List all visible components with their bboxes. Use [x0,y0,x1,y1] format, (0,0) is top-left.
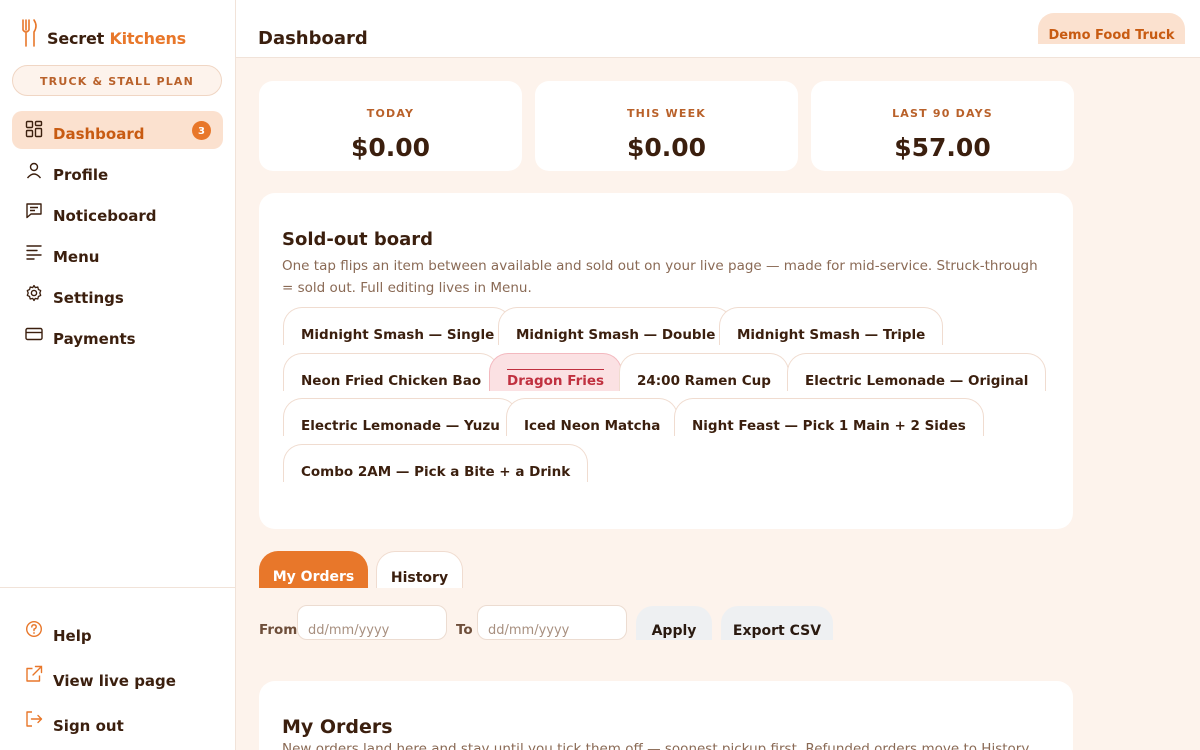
brand-name-part1: Secret [47,29,105,48]
sidebar-item-view-live-page[interactable]: View live page [12,656,223,698]
message-icon [26,203,42,219]
dashboard-grid-icon [25,120,43,138]
from-label: From [259,622,298,638]
menu-item-toggle[interactable]: Night Feast — Pick 1 Main + 2 Sides [674,398,984,436]
stat-value: $57.00 [894,133,991,162]
menu-item-label: Iced Neon Matcha [524,418,661,434]
menu-item-toggle[interactable]: Midnight Smash — Triple [719,307,944,345]
tab-history[interactable]: History [376,551,463,588]
sidebar-item-label: Help [53,627,92,645]
notification-badge: 3 [192,121,211,140]
stat-value: $0.00 [350,133,431,162]
sidebar: Secret Kitchens TRUCK & STALL PLAN Dashb… [0,0,236,750]
menu-item-label: Neon Fried Chicken Bao [301,373,482,389]
stat-label: TODAY [366,107,415,120]
menu-item-label: Midnight Smash — Triple [737,327,926,343]
stat-label: LAST 90 DAYS [892,107,993,120]
menu-item-label: Midnight Smash — Single [301,327,495,343]
menu-item-toggle-sold-out[interactable]: Dragon Fries [489,353,623,391]
apply-button[interactable]: Apply [636,606,712,640]
stat-card-last-90-days: LAST 90 DAYS $57.00 [811,81,1074,171]
menu-item-toggle[interactable]: Combo 2AM — Pick a Bite + a Drink [283,444,589,482]
sidebar-item-sign-out[interactable]: Sign out [12,701,223,743]
stat-card-this-week: THIS WEEK $0.00 [535,81,798,171]
sidebar-item-label: Menu [53,248,100,266]
to-label: To [456,622,473,638]
export-csv-button[interactable]: Export CSV [721,606,833,640]
menu-item-label: Electric Lemonade — Yuzu [301,418,500,434]
user-icon [26,162,42,179]
menu-item-label: Midnight Smash — Double [516,327,716,343]
top-bar: Dashboard Demo Food Truck [236,0,1200,58]
brand[interactable]: Secret Kitchens [18,18,186,48]
sidebar-item-profile[interactable]: Profile [12,152,223,190]
menu-item-toggle[interactable]: Iced Neon Matcha [506,398,679,436]
sidebar-nav: Dashboard 3 Profile Noticeboard Menu Set… [12,111,223,357]
section-title: My Orders [282,716,393,738]
brand-name: Secret Kitchens [47,29,186,48]
help-icon [25,620,43,638]
sidebar-item-label: View live page [53,672,176,690]
to-date-input[interactable] [477,605,627,640]
sidebar-item-dashboard[interactable]: Dashboard 3 [12,111,223,149]
section-description: New orders land here and stay until you … [282,741,1032,750]
menu-item-label: Electric Lemonade — Original [805,373,1029,389]
sidebar-item-noticeboard[interactable]: Noticeboard [12,193,223,231]
brand-name-part2: Kitchens [109,29,187,48]
menu-item-label: Combo 2AM — Pick a Bite + a Drink [301,464,571,480]
orders-panel: My Orders New orders land here and stay … [259,681,1073,750]
menu-item-toggle[interactable]: Midnight Smash — Single [283,307,513,345]
plan-badge: TRUCK & STALL PLAN [12,65,222,96]
stat-value: $0.00 [626,133,707,162]
menu-item-toggle[interactable]: Electric Lemonade — Yuzu [283,398,518,436]
sidebar-item-label: Profile [53,166,109,184]
menu-lines-icon [26,245,42,260]
menu-item-toggle[interactable]: Neon Fried Chicken Bao [283,353,500,391]
tab-my-orders[interactable]: My Orders [259,551,368,588]
stat-label: THIS WEEK [626,107,707,120]
sign-out-icon [26,711,43,727]
sidebar-item-label: Noticeboard [53,207,157,225]
from-date-input[interactable] [297,605,447,640]
section-description: One tap flips an item between available … [282,258,1038,296]
sold-out-board: Sold-out board One tap flips an item bet… [259,193,1073,529]
stat-card-today: TODAY $0.00 [259,81,522,171]
sidebar-item-help[interactable]: Help [12,611,223,653]
sidebar-item-label: Payments [53,330,136,348]
fork-knife-logo-icon [22,19,37,47]
page-title: Dashboard [258,28,368,49]
sidebar-bottom-nav: Help View live page Sign out [12,611,223,746]
external-link-icon [26,665,43,682]
gear-icon [26,284,42,302]
truck-selector[interactable]: Demo Food Truck [1038,13,1185,44]
menu-item-label: Night Feast — Pick 1 Main + 2 Sides [692,418,966,434]
sidebar-item-label: Sign out [53,717,124,735]
credit-card-icon [25,327,43,341]
sidebar-item-menu[interactable]: Menu [12,234,223,272]
sidebar-item-settings[interactable]: Settings [12,275,223,313]
menu-item-label: Dragon Fries [507,373,605,389]
menu-item-toggle[interactable]: Midnight Smash — Double [498,307,734,345]
sidebar-divider [0,587,236,588]
sidebar-item-label: Dashboard [53,125,145,143]
menu-item-toggle[interactable]: 24:00 Ramen Cup [619,353,789,391]
menu-item-toggle[interactable]: Electric Lemonade — Original [787,353,1047,391]
menu-item-label: 24:00 Ramen Cup [637,373,771,389]
sidebar-item-payments[interactable]: Payments [12,316,223,354]
section-title: Sold-out board [282,229,434,250]
sidebar-item-label: Settings [53,289,124,307]
